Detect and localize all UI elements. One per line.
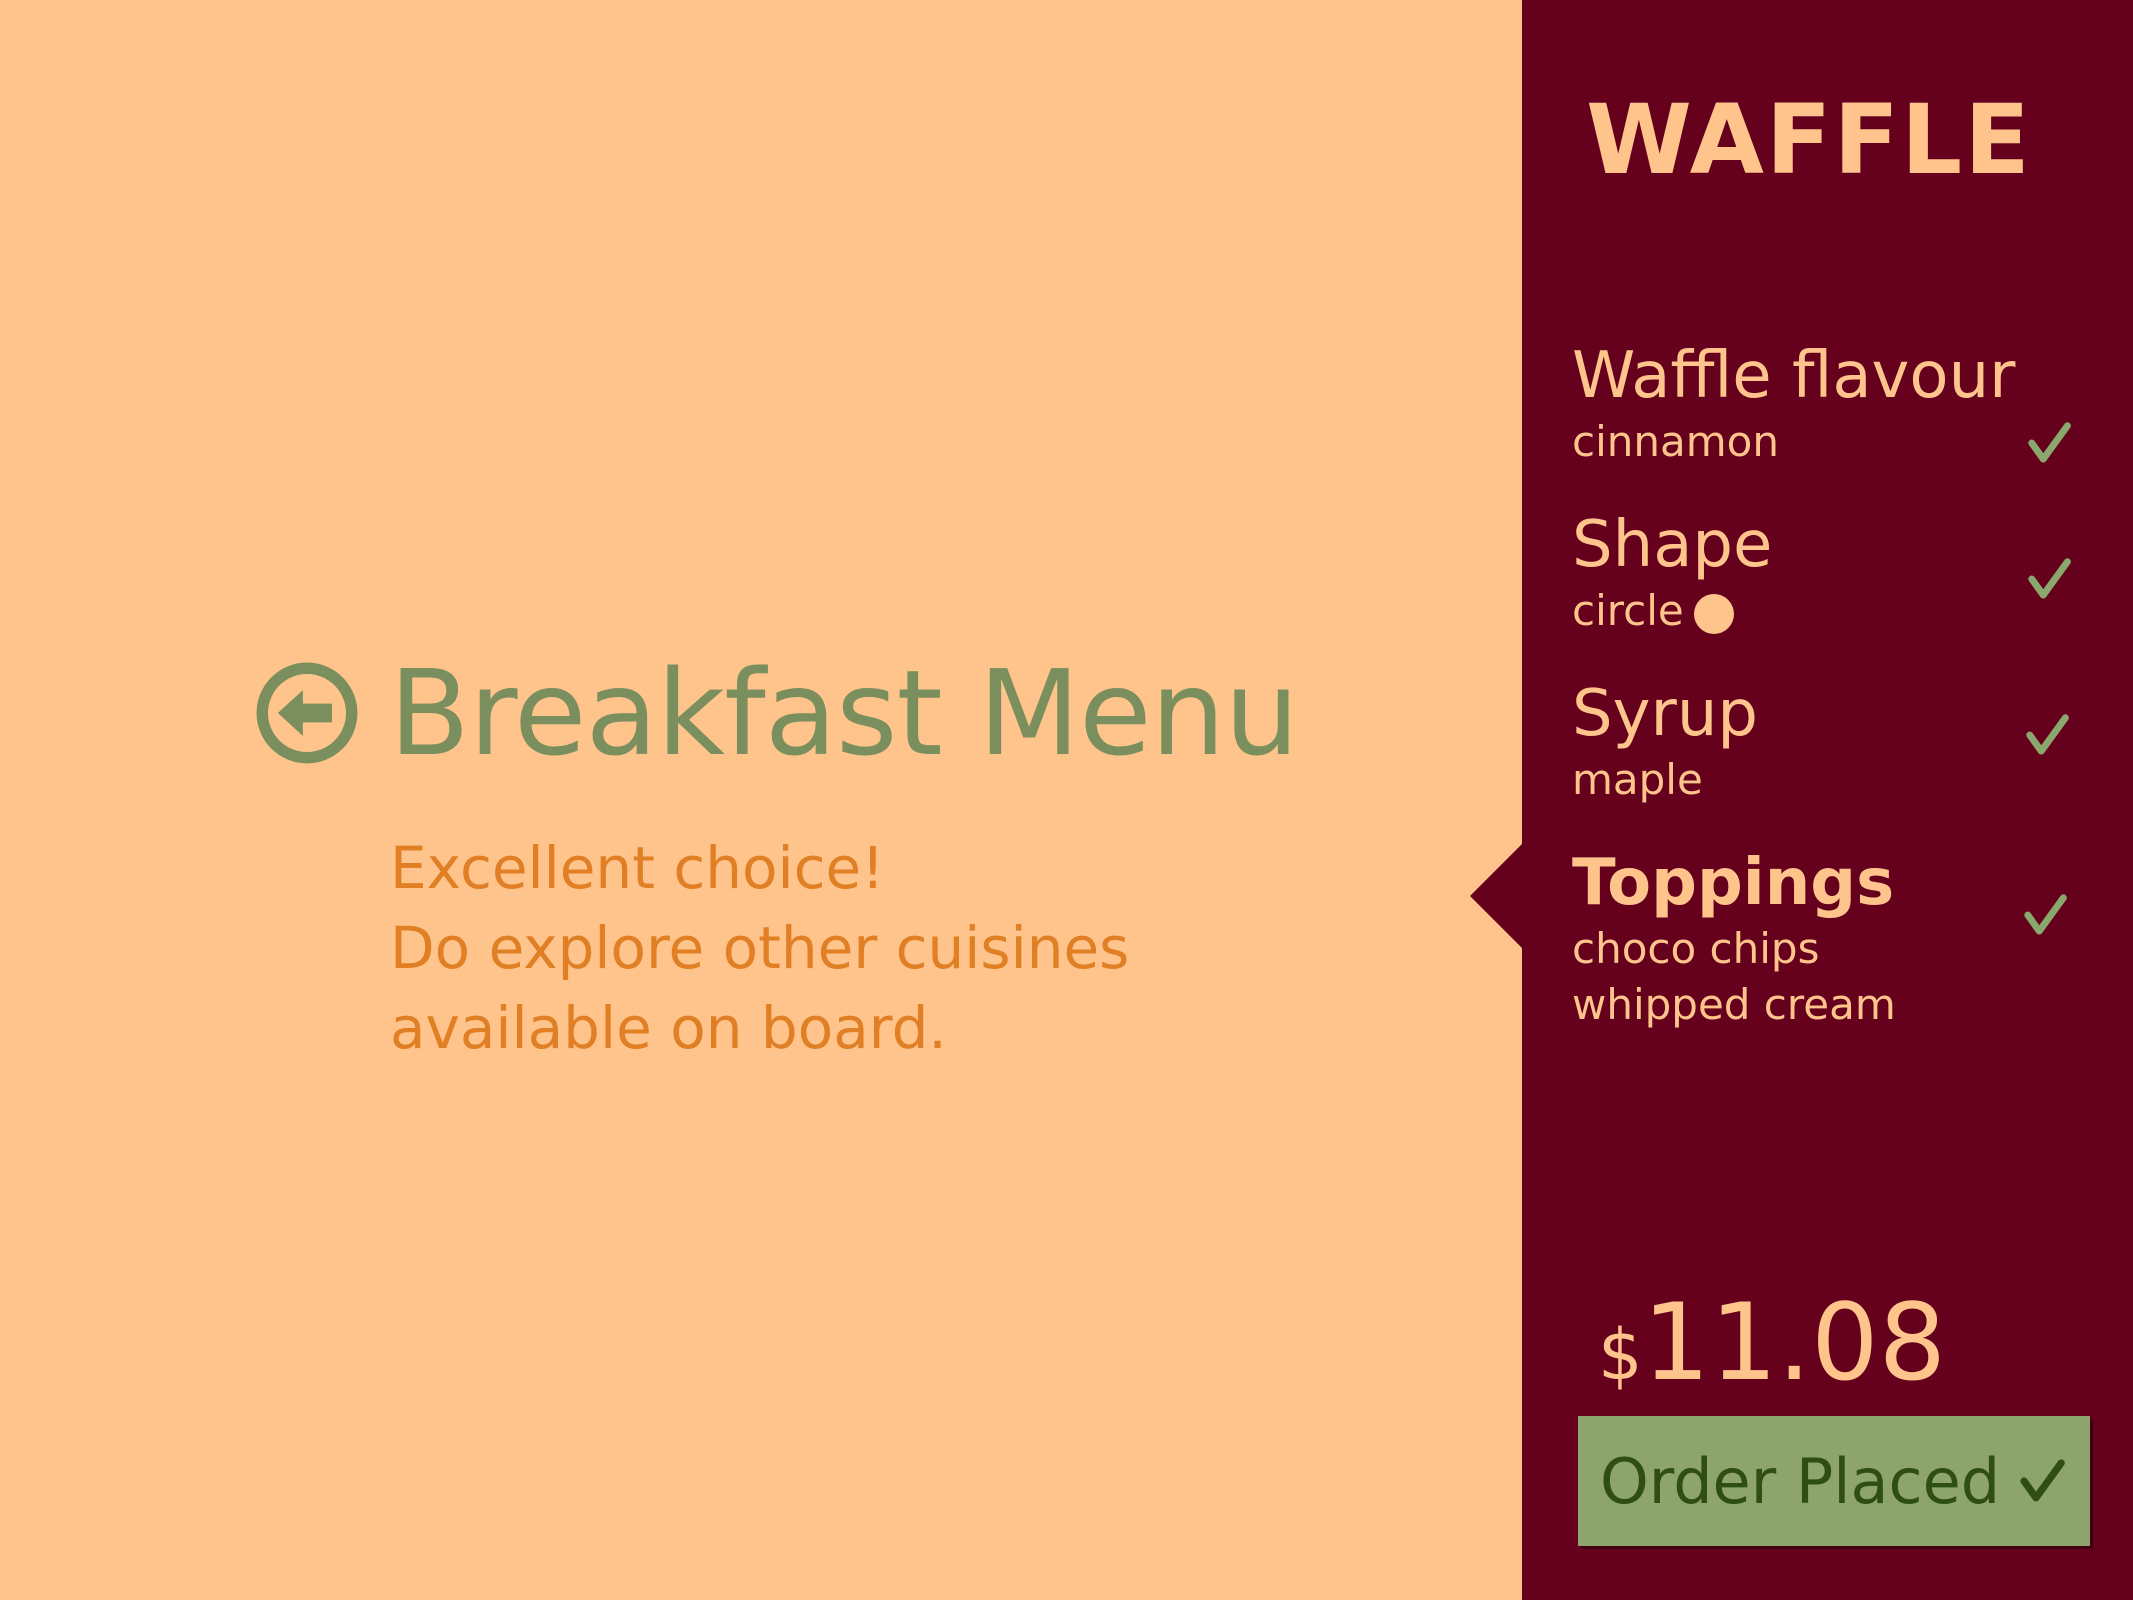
check-icon: [2028, 558, 2071, 599]
order-button-label: Order Placed: [1600, 1444, 2001, 1518]
option-waffle-flavour[interactable]: Waffle flavour cinnamon: [1572, 338, 2092, 470]
price-currency: $: [1598, 1314, 1643, 1396]
option-value: choco chips: [1572, 921, 2092, 977]
check-icon: [2024, 894, 2067, 935]
main-panel: Breakfast Menu Excellent choice! Do expl…: [0, 0, 1522, 1600]
product-title: WAFFLE: [1586, 84, 2032, 196]
message-line: available on board.: [390, 994, 947, 1062]
option-label: Toppings: [1572, 846, 1895, 920]
option-value: maple: [1572, 752, 2092, 808]
option-value-text: maple: [1572, 755, 1703, 804]
message-line: Excellent choice!: [390, 834, 885, 902]
menu-header: Breakfast Menu: [255, 648, 1299, 778]
option-value: circle: [1572, 583, 2092, 639]
order-placed-button[interactable]: Order Placed: [1578, 1416, 2090, 1546]
confirmation-message: Excellent choice! Do explore other cuisi…: [390, 828, 1190, 1068]
option-value: whipped cream: [1572, 977, 2092, 1033]
active-option-pointer: [1470, 843, 1523, 949]
price-amount: 11.08: [1642, 1281, 1947, 1404]
option-shape[interactable]: Shape circle: [1572, 507, 2092, 639]
option-value-text: circle: [1572, 586, 1684, 635]
check-icon: [2028, 422, 2071, 463]
price: $11.08: [1598, 1290, 1946, 1396]
check-icon: [2020, 1459, 2065, 1502]
option-toppings[interactable]: Toppings choco chips whipped cream: [1572, 845, 2092, 1033]
option-label: Syrup: [1572, 677, 1758, 751]
option-value: cinnamon: [1572, 414, 2092, 470]
circle-shape-icon: [1693, 594, 1734, 634]
option-value-text: whipped cream: [1572, 980, 1896, 1029]
arrow-left-circle-icon[interactable]: [255, 661, 359, 765]
page-title[interactable]: Breakfast Menu: [389, 654, 1299, 772]
option-value-text: choco chips: [1572, 924, 1820, 973]
option-syrup[interactable]: Syrup maple: [1572, 676, 2092, 808]
option-value-text: cinnamon: [1572, 417, 1779, 466]
message-line: Do explore other cuisines: [390, 914, 1130, 982]
check-icon: [2026, 714, 2069, 755]
option-label: Shape: [1572, 508, 1773, 582]
option-label: Waffle flavour: [1572, 339, 2016, 413]
